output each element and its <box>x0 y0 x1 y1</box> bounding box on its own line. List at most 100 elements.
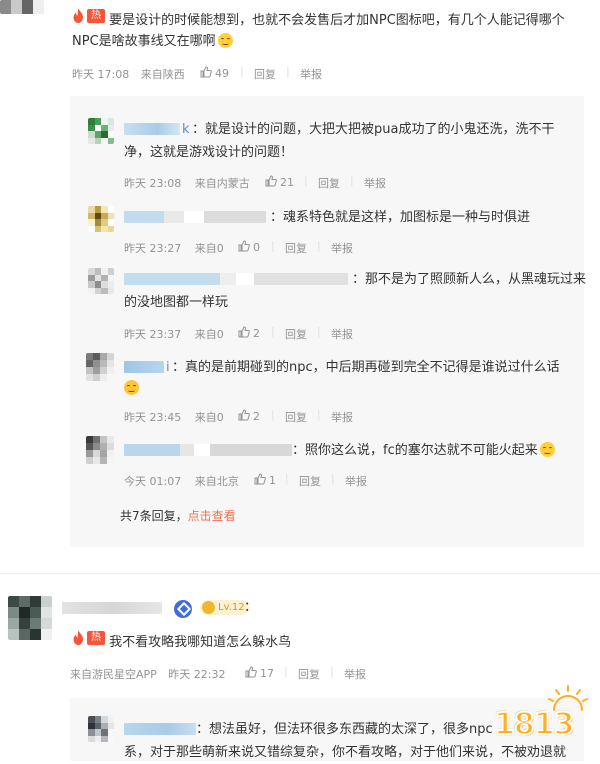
divider-bar: | <box>285 472 289 485</box>
flame-icon <box>73 630 83 645</box>
reply-meta: 昨天 23:27 来自0 <box>124 240 224 256</box>
report-button[interactable]: 举报 <box>331 240 353 256</box>
divider-bar: | <box>286 65 290 78</box>
view-all-replies-link[interactable]: 点击查看 <box>188 509 236 523</box>
divider-bar: | <box>317 325 321 338</box>
comment-source: 来自游民星空APP <box>70 668 157 681</box>
report-button[interactable]: 举报 <box>331 326 353 342</box>
avatar[interactable] <box>0 0 44 14</box>
comment-divider <box>0 573 600 574</box>
reply-button[interactable]: 回复 <box>285 326 307 342</box>
reply-text: ：那不是为了照顾新人么，从黑魂玩过来 <box>352 272 587 287</box>
avatar[interactable] <box>86 353 114 381</box>
reply-button[interactable]: 回复 <box>318 175 340 191</box>
reply-button[interactable]: 回复 <box>299 473 321 489</box>
reply-meta: 昨天 23:45 来自0 <box>124 409 224 425</box>
grin-emoji-icon <box>217 33 233 48</box>
reply-text-emoji-line <box>124 378 139 400</box>
divider-bar: | <box>304 174 308 187</box>
divider-bar: | <box>271 408 275 421</box>
report-button[interactable]: 举报 <box>300 66 322 82</box>
divider-bar: | <box>330 665 334 678</box>
user-name-blurred[interactable] <box>124 211 266 223</box>
comment-meta: 昨天 17:08 来自陕西 <box>72 66 185 82</box>
user-name-blurred[interactable] <box>124 444 292 456</box>
reply-text: ：就是设计的问题，大把大把被pua成功了的小鬼还洗，洗不干 <box>192 122 555 137</box>
level-text: Lv.12 <box>218 602 245 613</box>
name-colon: ： <box>244 600 258 615</box>
level-icon <box>202 601 215 614</box>
reply-meta: 昨天 23:37 来自0 <box>124 326 224 342</box>
report-button[interactable]: 举报 <box>364 175 386 191</box>
like-count: 17 <box>260 667 274 680</box>
reply-button[interactable]: 回复 <box>254 66 276 82</box>
divider-bar: | <box>331 472 335 485</box>
divider-bar: | <box>240 65 244 78</box>
reply-time: 昨天 23:08 <box>124 177 182 190</box>
divider-bar: | <box>271 325 275 338</box>
reply-source: 来自北京 <box>194 475 239 488</box>
reply-text-line1: ：照你这么说，fc的塞尔达就不可能火起来 <box>292 443 538 458</box>
divider-bar: | <box>350 174 354 187</box>
divider-bar: | <box>284 665 288 678</box>
avatar[interactable] <box>88 716 114 742</box>
user-name-blurred[interactable] <box>124 273 348 285</box>
comment-meta: 来自游民星空APP 昨天 22:32 <box>70 666 226 682</box>
avatar[interactable] <box>86 436 114 464</box>
report-button[interactable]: 举报 <box>344 666 366 682</box>
reply-time: 昨天 23:27 <box>124 242 182 255</box>
reply-text: ：魂系特色就是这样，加图标是一种与时俱进 <box>270 210 531 225</box>
hot-badge: 热 <box>72 8 105 23</box>
user-name-blurred[interactable] <box>62 602 162 614</box>
reply-time: 昨天 23:37 <box>124 328 182 341</box>
like-button[interactable]: 2 <box>238 409 260 423</box>
reply-text: ：想法虽好，但法环很多东西藏的太深了，很多npc <box>196 722 493 737</box>
reply-time: 昨天 23:45 <box>124 411 182 424</box>
like-count: 49 <box>215 67 229 80</box>
like-button[interactable]: 2 <box>238 326 260 340</box>
user-name-blurred[interactable] <box>124 723 196 735</box>
reply-meta: 今天 01:07 来自北京 <box>124 473 239 489</box>
thumbs-up-icon <box>238 240 250 252</box>
report-button[interactable]: 举报 <box>345 473 367 489</box>
like-button[interactable]: 21 <box>265 175 294 189</box>
replies-summary: 共7条回复，点击查看 <box>120 505 236 527</box>
comment-text: 热 我不看攻略我哪知道怎么躲水鸟 <box>72 630 291 654</box>
divider-bar: | <box>317 239 321 252</box>
like-count: 2 <box>253 410 260 423</box>
reply-text: 的没地图都一样玩 <box>124 295 229 310</box>
user-name-blurred[interactable] <box>124 123 180 135</box>
level-badge: Lv.12 <box>200 600 249 615</box>
comment-text-line2: NPC是啥故事线又在哪啊 <box>72 34 216 49</box>
like-button[interactable]: 0 <box>238 240 260 254</box>
user-name-suffix[interactable]: i <box>166 357 170 379</box>
reply-button[interactable]: 回复 <box>285 240 307 256</box>
thumbs-up-icon <box>245 666 257 678</box>
hot-badge: 热 <box>72 630 105 645</box>
like-button[interactable]: 17 <box>245 666 274 680</box>
reply-button[interactable]: 回复 <box>285 409 307 425</box>
reply-source: 来自0 <box>194 242 224 255</box>
thumbs-up-icon <box>200 66 212 78</box>
avatar[interactable] <box>88 268 114 294</box>
like-count: 0 <box>253 241 260 254</box>
comment-source: 来自陕西 <box>140 68 185 81</box>
thumbs-up-icon <box>265 175 277 187</box>
laugh-emoji-icon <box>124 380 139 395</box>
user-name-suffix[interactable]: k <box>182 119 190 141</box>
comment-time: 昨天 17:08 <box>72 68 130 81</box>
reply-source: 来自0 <box>194 328 224 341</box>
like-count: 1 <box>269 474 276 487</box>
thumbs-up-icon <box>238 409 250 421</box>
reply-button[interactable]: 回复 <box>298 666 320 682</box>
like-button[interactable]: 49 <box>200 66 229 80</box>
comment-text-body: 我不看攻略我哪知道怎么躲水鸟 <box>109 635 292 650</box>
comment-text: 热 要是设计的时候能想到，也就不会发售后才加NPC图标吧，有几个人能记得哪个 <box>72 8 565 32</box>
avatar[interactable] <box>8 596 52 640</box>
report-button[interactable]: 举报 <box>331 409 353 425</box>
avatar[interactable] <box>88 118 114 144</box>
user-name-blurred[interactable] <box>124 361 164 373</box>
divider-bar: | <box>271 239 275 252</box>
avatar[interactable] <box>88 206 114 232</box>
like-button[interactable]: 1 <box>254 473 276 487</box>
